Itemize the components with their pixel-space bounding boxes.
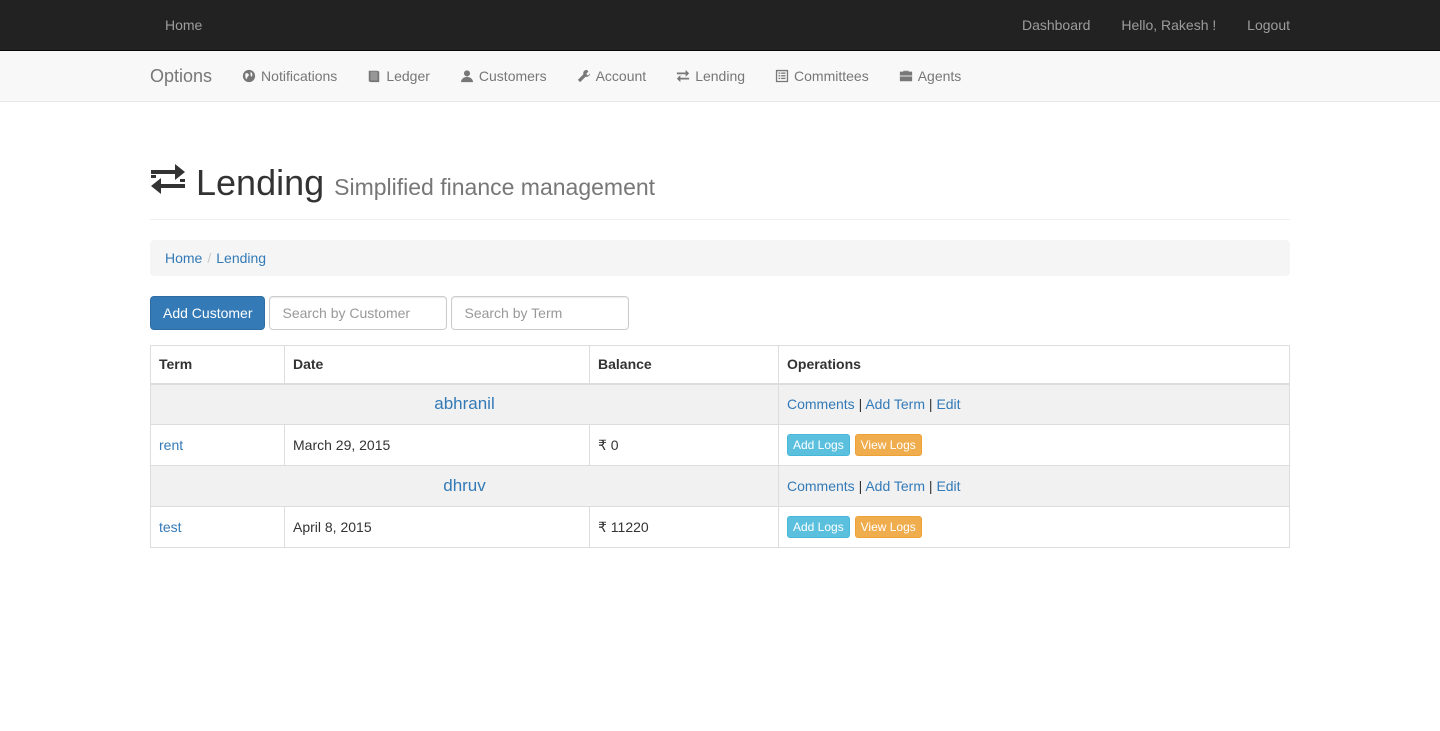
customer-cell: dhruv bbox=[150, 465, 779, 507]
list-alt-icon bbox=[775, 69, 789, 83]
view-logs-button[interactable]: View Logs bbox=[854, 434, 922, 456]
add-customer-button[interactable]: Add Customer bbox=[150, 296, 266, 330]
lending-table: Term Date Balance Operations abhranil Co… bbox=[150, 345, 1290, 548]
search-term-input[interactable] bbox=[451, 296, 630, 330]
term-cell: rent bbox=[150, 424, 285, 466]
customer-cell: abhranil bbox=[150, 383, 779, 425]
nav-item-label: Ledger bbox=[386, 68, 430, 84]
date-cell: March 29, 2015 bbox=[284, 424, 590, 466]
options-navbar: Options Notifications Ledger Customers A… bbox=[0, 51, 1440, 102]
globe-icon bbox=[242, 69, 256, 83]
main-content: Lending Simplified finance management Hom… bbox=[150, 162, 1290, 548]
customer-link[interactable]: abhranil bbox=[434, 394, 495, 413]
ops-separator: | bbox=[928, 478, 933, 494]
page-title: Lending Simplified finance management bbox=[196, 163, 655, 203]
column-header-balance: Balance bbox=[589, 345, 779, 385]
view-logs-button[interactable]: View Logs bbox=[854, 516, 922, 538]
customer-group-row: abhranil Comments | Add Term | Edit bbox=[150, 383, 1290, 425]
nav-dashboard-link[interactable]: Dashboard bbox=[1022, 0, 1091, 33]
table-header-row: Term Date Balance Operations bbox=[150, 345, 1290, 385]
term-row: test April 8, 2015 ₹ 11220 Add Logs View… bbox=[150, 506, 1290, 548]
add-term-link[interactable]: Add Term bbox=[865, 396, 925, 412]
balance-cell: ₹ 11220 bbox=[589, 506, 779, 548]
nav-home-link[interactable]: Home bbox=[165, 17, 202, 33]
nav-item-label: Committees bbox=[794, 68, 869, 84]
breadcrumb-lending[interactable]: Lending bbox=[216, 250, 266, 266]
page-subtitle: Simplified finance management bbox=[334, 174, 656, 201]
nav-item-label: Customers bbox=[478, 68, 547, 84]
nav-item-label: Agents bbox=[917, 68, 962, 84]
breadcrumb-separator: / bbox=[207, 250, 212, 266]
nav-item-ledger[interactable]: Ledger bbox=[367, 68, 430, 84]
nav-item-customers[interactable]: Customers bbox=[460, 68, 547, 84]
nav-item-notifications[interactable]: Notifications bbox=[242, 68, 337, 84]
wrench-icon bbox=[577, 69, 591, 83]
add-term-link[interactable]: Add Term bbox=[865, 478, 925, 494]
term-row: rent March 29, 2015 ₹ 0 Add Logs View Lo… bbox=[150, 424, 1290, 466]
date-cell: April 8, 2015 bbox=[284, 506, 590, 548]
comments-link[interactable]: Comments bbox=[787, 396, 855, 412]
customer-operations: Comments | Add Term | Edit bbox=[778, 383, 1290, 425]
briefcase-icon bbox=[899, 69, 913, 83]
transfer-icon bbox=[150, 162, 196, 203]
edit-link[interactable]: Edit bbox=[936, 396, 960, 412]
toolbar: Add Customer bbox=[150, 296, 1290, 330]
column-header-term: Term bbox=[150, 345, 285, 385]
logout-link[interactable]: Logout bbox=[1247, 0, 1290, 33]
edit-link[interactable]: Edit bbox=[936, 478, 960, 494]
user-greeting-link[interactable]: Hello, Rakesh ! bbox=[1121, 0, 1216, 33]
nav-item-label: Notifications bbox=[261, 68, 338, 84]
term-operations: Add Logs View Logs bbox=[778, 506, 1290, 548]
ops-separator: | bbox=[858, 478, 863, 494]
term-link[interactable]: test bbox=[159, 519, 182, 535]
page-header: Lending Simplified finance management bbox=[150, 162, 1290, 220]
book-icon bbox=[367, 69, 381, 83]
customer-operations: Comments | Add Term | Edit bbox=[778, 465, 1290, 507]
nav-item-label: Lending bbox=[695, 68, 746, 84]
term-link[interactable]: rent bbox=[159, 437, 183, 453]
nav-item-committees[interactable]: Committees bbox=[775, 68, 869, 84]
ops-separator: | bbox=[928, 396, 933, 413]
add-logs-button[interactable]: Add Logs bbox=[787, 516, 850, 538]
nav-item-label: Account bbox=[595, 68, 647, 84]
user-icon bbox=[460, 69, 474, 83]
nav-item-account[interactable]: Account bbox=[577, 68, 647, 84]
nav-item-agents[interactable]: Agents bbox=[899, 68, 962, 84]
column-header-date: Date bbox=[284, 345, 590, 385]
nav-item-lending[interactable]: Lending bbox=[676, 68, 745, 84]
options-brand[interactable]: Options bbox=[150, 66, 212, 87]
add-logs-button[interactable]: Add Logs bbox=[787, 434, 850, 456]
ops-separator: | bbox=[858, 396, 863, 413]
page-title-text: Lending bbox=[196, 162, 325, 204]
top-navbar: Home Dashboard Hello, Rakesh ! Logout bbox=[0, 0, 1440, 51]
customer-link[interactable]: dhruv bbox=[443, 476, 486, 495]
customer-group-row: dhruv Comments | Add Term | Edit bbox=[150, 465, 1290, 507]
top-navbar-right: Dashboard Hello, Rakesh ! Logout bbox=[995, 0, 1290, 50]
column-header-operations: Operations bbox=[778, 345, 1290, 385]
transfer-icon bbox=[676, 69, 690, 83]
balance-cell: ₹ 0 bbox=[589, 424, 779, 466]
term-operations: Add Logs View Logs bbox=[778, 424, 1290, 466]
breadcrumb: Home / Lending bbox=[150, 240, 1290, 276]
term-cell: test bbox=[150, 506, 285, 548]
search-customer-input[interactable] bbox=[269, 296, 448, 330]
comments-link[interactable]: Comments bbox=[787, 478, 855, 494]
breadcrumb-home[interactable]: Home bbox=[165, 250, 202, 266]
